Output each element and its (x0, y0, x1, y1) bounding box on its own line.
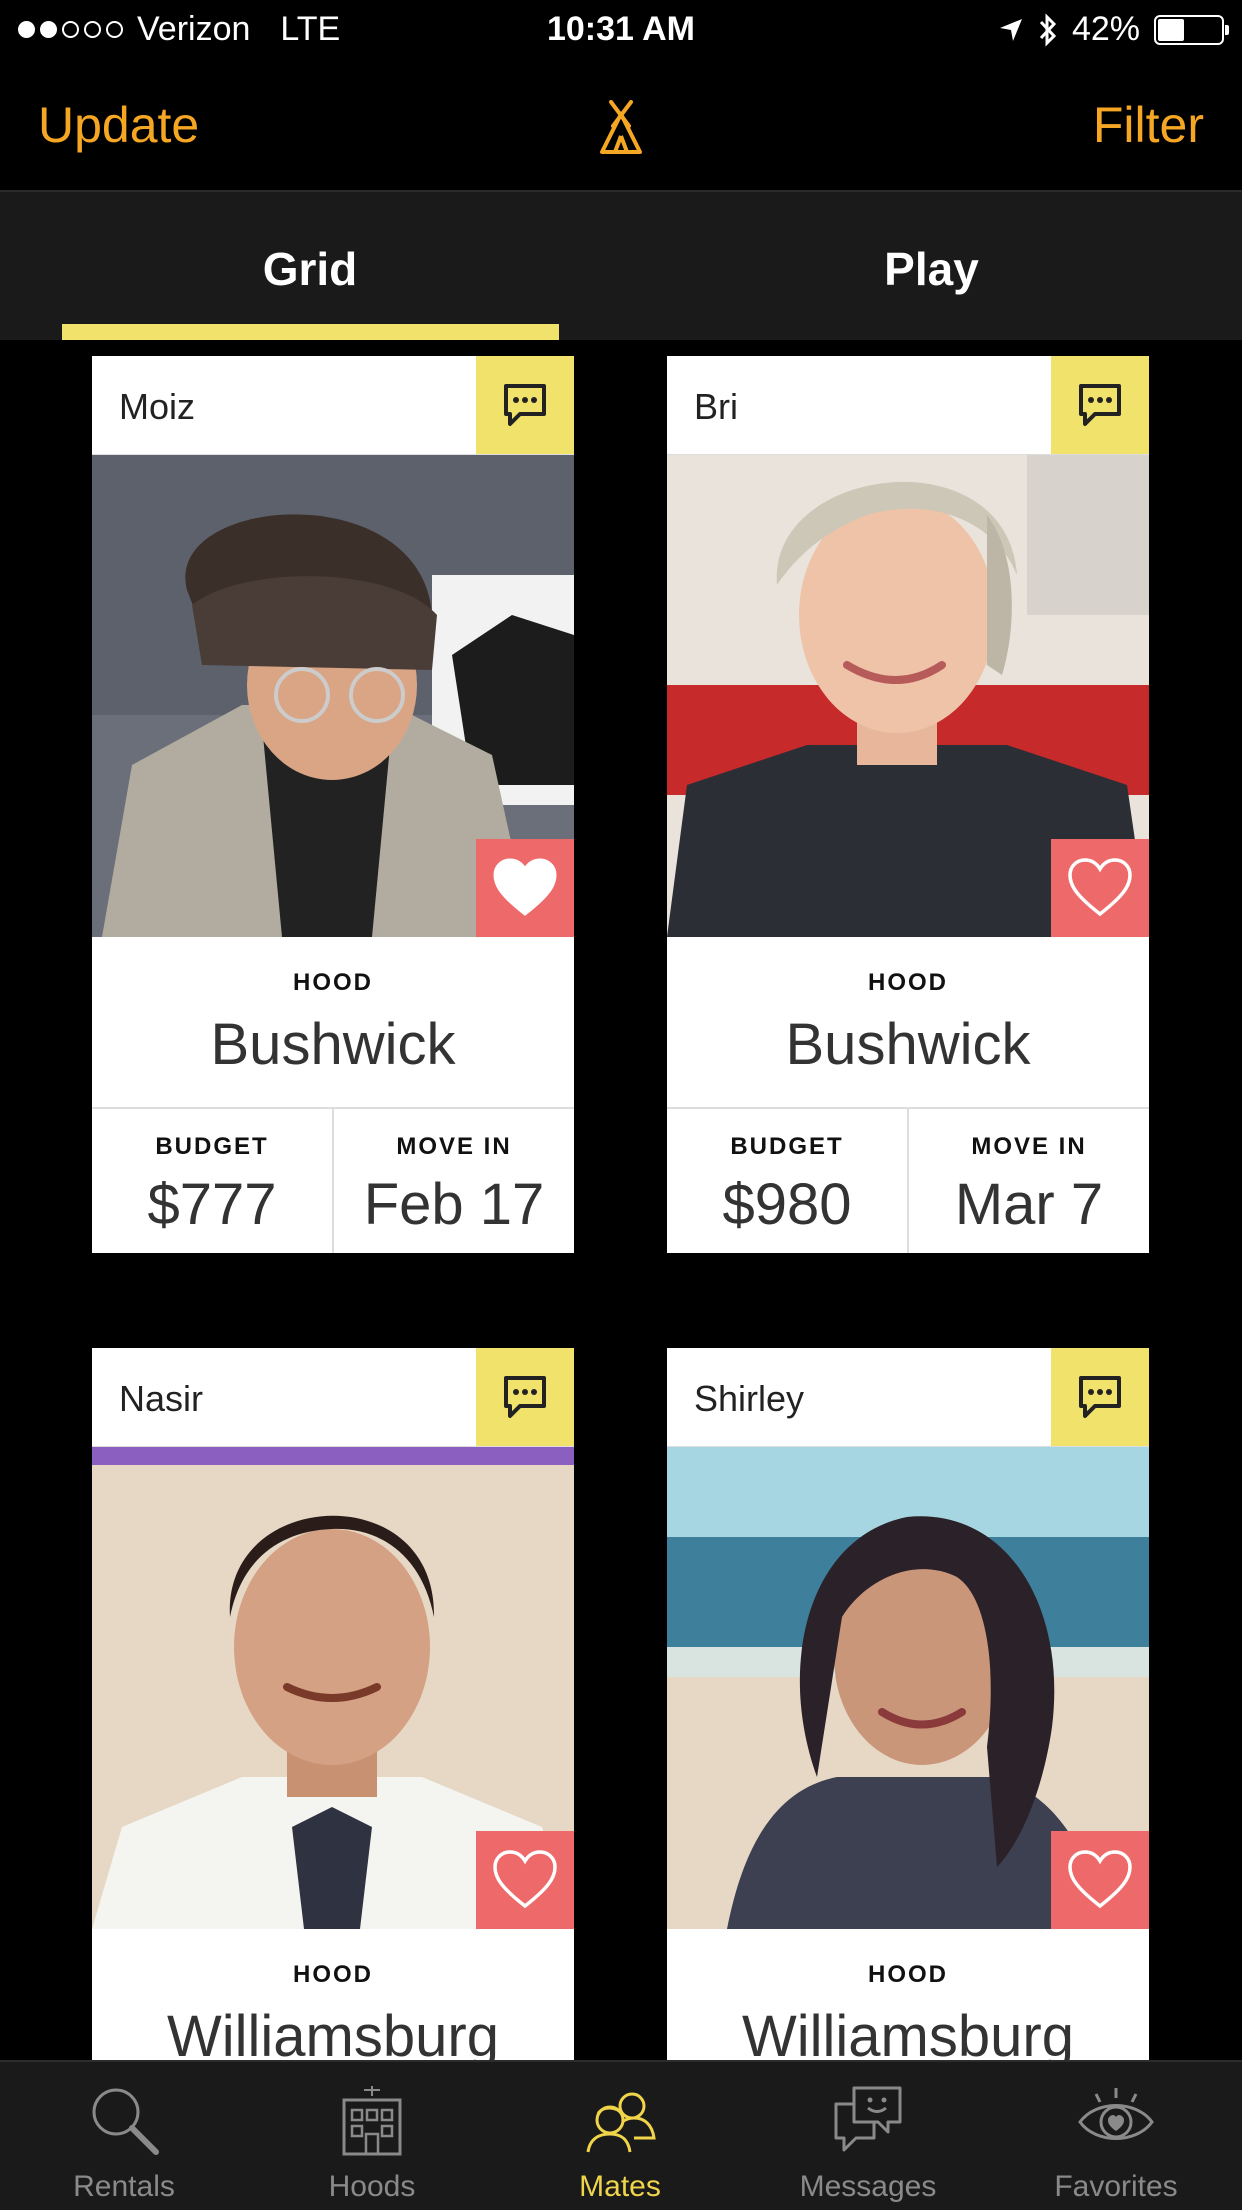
budget-label: BUDGET (155, 1133, 269, 1160)
battery-percent: 42% (1071, 10, 1140, 48)
tab-label: Messages (799, 2170, 937, 2203)
favorite-button[interactable] (1051, 839, 1149, 937)
move-in-section: MOVE IN Mar 7 (907, 1109, 1149, 1253)
hood-value: Bushwick (210, 1012, 456, 1077)
budget-label: BUDGET (730, 1133, 844, 1160)
profile-photo[interactable] (667, 1447, 1149, 1929)
mate-name: Nasir (119, 1378, 204, 1419)
view-tabs: Grid Play (0, 192, 1242, 340)
hood-section: HOOD Bushwick (92, 937, 574, 1109)
hood-section: HOOD Williamsburg (92, 1929, 574, 2060)
location-arrow-icon (999, 18, 1022, 41)
update-button[interactable]: Update (38, 96, 199, 154)
tab-grid[interactable]: Grid (0, 242, 620, 296)
hood-label: HOOD (868, 969, 948, 996)
bottom-tab-bar: Rentals Hoods Mates Messages Favorites (0, 2060, 1242, 2210)
tab-play[interactable]: Play (621, 242, 1242, 296)
tab-hoods[interactable]: Hoods (248, 2062, 496, 2210)
favorite-button[interactable] (476, 839, 574, 937)
building-icon (342, 2086, 402, 2156)
mate-name: Shirley (694, 1378, 805, 1419)
mate-card[interactable]: Shirley HOOD Williamsburg (667, 1348, 1149, 2060)
move-in-label: MOVE IN (971, 1133, 1087, 1160)
hood-value: Williamsburg (742, 2004, 1074, 2060)
hood-label: HOOD (293, 969, 373, 996)
chat-bubble-icon (1079, 384, 1121, 426)
status-bar: Verizon LTE 10:31 AM 42% (0, 0, 1242, 62)
hood-section: HOOD Williamsburg (667, 1929, 1149, 2060)
message-button[interactable] (476, 356, 574, 454)
mate-card[interactable]: Bri HOOD Bushwick BUDGET $980 MOVE IN Ma… (667, 356, 1149, 1253)
chat-bubbles-icon (834, 2086, 902, 2152)
profile-photo[interactable] (92, 1447, 574, 1929)
tab-label: Rentals (73, 2170, 175, 2203)
battery-icon (1154, 14, 1229, 45)
budget-section: BUDGET $980 (667, 1109, 907, 1253)
heart-icon (493, 858, 557, 916)
magnifier-icon (92, 2088, 159, 2155)
profile-photo[interactable] (92, 455, 574, 937)
tab-messages[interactable]: Messages (744, 2062, 992, 2210)
people-icon (586, 2092, 656, 2153)
move-in-value: Mar 7 (954, 1172, 1104, 1237)
chat-bubble-icon (1079, 1376, 1121, 1418)
navigation-bar: Update Filter (0, 62, 1242, 192)
tab-label: Hoods (328, 2170, 416, 2203)
active-tab-indicator (62, 324, 559, 340)
budget-section: BUDGET $777 (92, 1109, 332, 1253)
hood-section: HOOD Bushwick (667, 937, 1149, 1109)
tent-logo-icon (600, 100, 642, 154)
hood-value: Bushwick (785, 1012, 1031, 1077)
mate-card[interactable]: Moiz HOOD Bushwick BUDGET $777 MOVE IN F… (92, 356, 574, 1253)
move-in-label: MOVE IN (396, 1133, 512, 1160)
mate-name: Bri (694, 386, 738, 427)
message-button[interactable] (1051, 356, 1149, 454)
tab-label: Mates (579, 2170, 661, 2203)
message-button[interactable] (476, 1348, 574, 1446)
mate-name: Moiz (119, 386, 196, 427)
message-button[interactable] (1051, 1348, 1149, 1446)
tab-rentals[interactable]: Rentals (0, 2062, 248, 2210)
heart-outline-icon (1068, 1850, 1132, 1909)
bluetooth-icon (1039, 12, 1057, 47)
tab-label: Favorites (1054, 2170, 1178, 2203)
favorite-button[interactable] (476, 1831, 574, 1929)
budget-value: $980 (722, 1172, 852, 1237)
chat-bubble-icon (504, 384, 546, 426)
tab-favorites[interactable]: Favorites (992, 2062, 1240, 2210)
mate-card[interactable]: Nasir HOOD Williamsburg (92, 1348, 574, 2060)
chat-bubble-icon (504, 1376, 546, 1418)
filter-button[interactable]: Filter (1093, 96, 1204, 154)
favorite-button[interactable] (1051, 1831, 1149, 1929)
eye-heart-icon (1078, 2088, 1154, 2140)
budget-value: $777 (147, 1172, 277, 1237)
move-in-section: MOVE IN Feb 17 (332, 1109, 574, 1253)
move-in-value: Feb 17 (363, 1172, 545, 1237)
hood-label: HOOD (293, 1961, 373, 1988)
heart-outline-icon (493, 1850, 557, 1909)
heart-outline-icon (1068, 858, 1132, 917)
hood-value: Williamsburg (167, 2004, 499, 2060)
hood-label: HOOD (868, 1961, 948, 1988)
profile-photo[interactable] (667, 455, 1149, 937)
tab-mates[interactable]: Mates (496, 2062, 744, 2210)
